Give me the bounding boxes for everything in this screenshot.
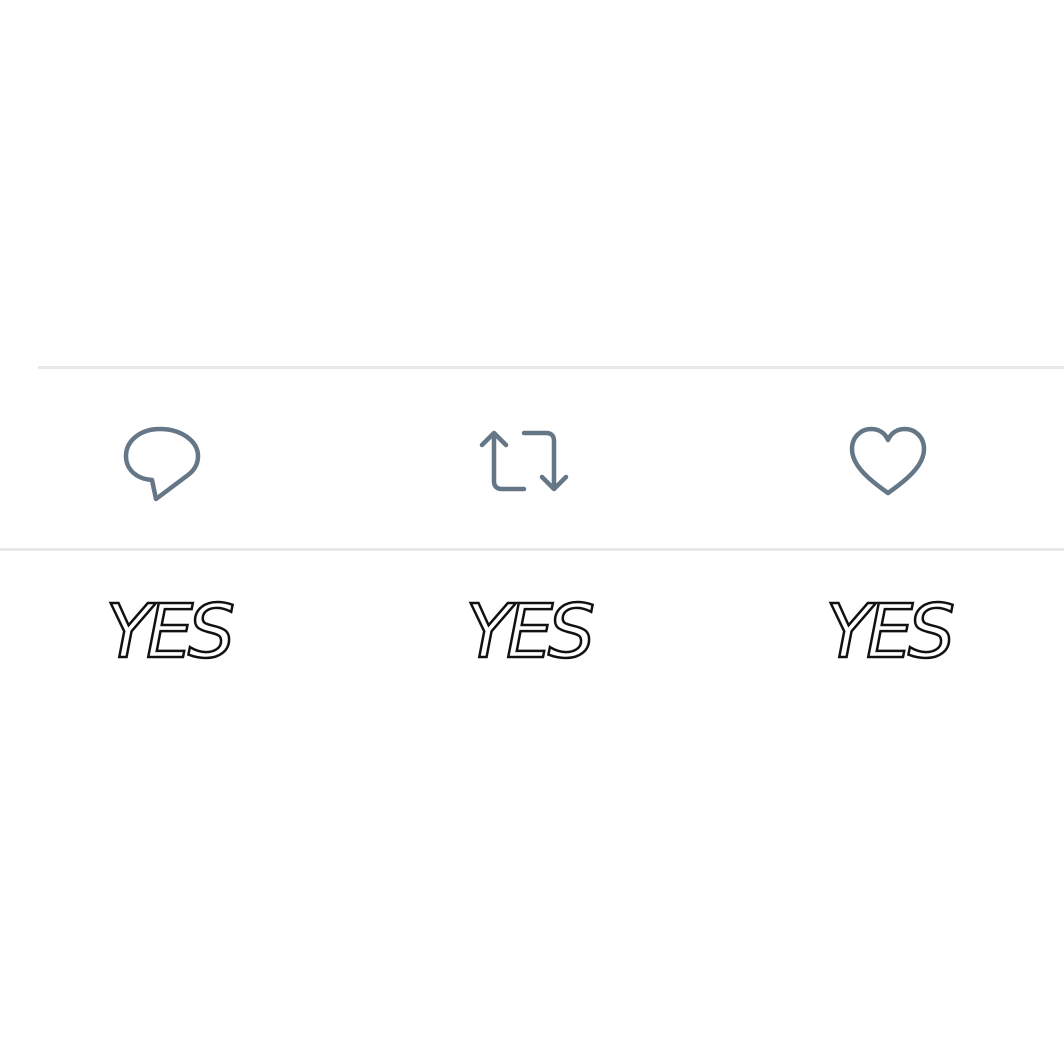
like-button[interactable] [840, 415, 936, 507]
top-divider [38, 366, 1064, 369]
retweet-button[interactable] [478, 415, 574, 507]
reply-icon [123, 426, 201, 502]
reply-caption: YES [105, 588, 236, 677]
retweet-icon [479, 430, 569, 492]
heart-icon [849, 426, 927, 496]
retweet-caption: YES [465, 588, 596, 677]
like-caption: YES [825, 588, 956, 677]
bottom-divider [0, 548, 1064, 551]
reply-button[interactable] [112, 415, 208, 507]
